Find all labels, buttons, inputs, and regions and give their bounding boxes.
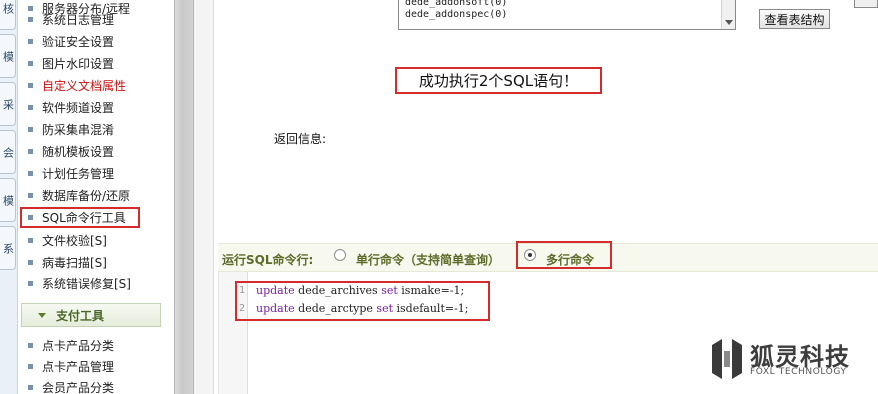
menu-item-scheduled-tasks[interactable]: 计划任务管理 bbox=[18, 163, 174, 184]
scroll-down-icon[interactable] bbox=[725, 20, 733, 25]
menu-item-label: 点卡产品分类 bbox=[42, 339, 115, 353]
tab-label: 模 bbox=[1, 50, 15, 62]
menu-item-security[interactable]: 验证安全设置 bbox=[18, 31, 174, 52]
single-command-radio[interactable] bbox=[334, 249, 346, 261]
menu-item-label: 计划任务管理 bbox=[42, 167, 115, 181]
menu-item-label: 点卡产品管理 bbox=[42, 360, 115, 374]
menu-item-card-manage[interactable]: 点卡产品管理 bbox=[18, 356, 174, 377]
sidebar-menu: 服务器分布/远程 系统日志管理 验证安全设置 图片水印设置 自定义文档属性 软件… bbox=[18, 0, 174, 394]
bullet-icon bbox=[28, 193, 33, 198]
menu-item-label: SQL命令行工具 bbox=[42, 211, 126, 225]
multi-command-label[interactable]: 多行命令 bbox=[546, 251, 594, 268]
bullet-icon bbox=[28, 17, 33, 22]
menu-item-label: 防采集串混淆 bbox=[42, 123, 115, 137]
menu-item-virus-scan[interactable]: 病毒扫描[S] bbox=[18, 252, 174, 273]
brand-logo-icon bbox=[712, 339, 742, 379]
view-structure-button[interactable]: 查看表结构 bbox=[759, 9, 830, 29]
menu-item-label: 系统日志管理 bbox=[42, 13, 115, 27]
menu-item-label: 数据库备份/还原 bbox=[42, 189, 131, 203]
menu-item-label: 图片水印设置 bbox=[42, 57, 115, 71]
menu-item-watermark[interactable]: 图片水印设置 bbox=[18, 53, 174, 74]
bullet-icon bbox=[28, 343, 33, 348]
menu-item-sql-tool[interactable]: SQL命令行工具 bbox=[20, 207, 140, 228]
code-highlight bbox=[235, 281, 490, 321]
frame-splitter[interactable] bbox=[174, 0, 194, 394]
tab-collect[interactable]: 采 bbox=[0, 82, 16, 126]
tab-system[interactable]: 系 bbox=[0, 226, 16, 270]
tab-member[interactable]: 会 bbox=[0, 130, 16, 174]
menu-item-label: 文件校验[S] bbox=[42, 234, 107, 248]
bullet-icon bbox=[28, 238, 33, 243]
single-command-label[interactable]: 单行命令（支持简单查询） bbox=[356, 251, 500, 268]
tab-label: 系 bbox=[1, 242, 15, 254]
table-option[interactable]: dede_addonspec(0) bbox=[399, 9, 735, 21]
group-title: 支付工具 bbox=[56, 308, 105, 323]
brand-watermark: 狐灵科技 FOXL TECHNOLOGY bbox=[710, 335, 878, 385]
run-sql-bar: 运行SQL命令行: 单行命令（支持简单查询） 多行命令 bbox=[218, 241, 878, 272]
bullet-icon bbox=[28, 364, 33, 369]
list-scrollbar[interactable] bbox=[721, 0, 735, 29]
menu-item-label: 随机模板设置 bbox=[42, 145, 115, 159]
menu-item-label: 软件频道设置 bbox=[42, 101, 115, 115]
tab-label: 模 bbox=[1, 194, 15, 206]
menu-item-file-check[interactable]: 文件校验[S] bbox=[18, 230, 174, 251]
frame-gutter bbox=[194, 0, 214, 394]
bullet-icon bbox=[28, 281, 33, 286]
tab-label: 采 bbox=[1, 98, 15, 110]
chevron-down-icon bbox=[38, 312, 46, 318]
menu-item-label: 会员产品分类 bbox=[42, 381, 115, 394]
menu-item-card-category[interactable]: 点卡产品分类 bbox=[18, 335, 174, 356]
menu-item-anti-collect[interactable]: 防采集串混淆 bbox=[18, 119, 174, 140]
bullet-icon bbox=[28, 385, 33, 390]
group-payment-tools[interactable]: 支付工具 bbox=[21, 303, 161, 327]
menu-item-member-product[interactable]: 会员产品分类 bbox=[18, 377, 174, 394]
menu-item-db-backup[interactable]: 数据库备份/还原 bbox=[18, 185, 174, 206]
bullet-icon bbox=[28, 215, 33, 220]
tab-label: 核 bbox=[1, 2, 15, 14]
bullet-icon bbox=[28, 127, 33, 132]
menu-item-label: 验证安全设置 bbox=[42, 35, 115, 49]
module-tab-strip: 核 模 采 会 模 系 bbox=[0, 0, 18, 394]
bullet-icon bbox=[28, 61, 33, 66]
menu-item-custom-attr[interactable]: 自定义文档属性 bbox=[18, 75, 174, 96]
run-sql-label: 运行SQL命令行: bbox=[222, 253, 314, 267]
toolbar-button-edge[interactable] bbox=[854, 0, 878, 8]
bullet-icon bbox=[28, 105, 33, 110]
menu-item-label: 自定义文档属性 bbox=[42, 79, 127, 93]
menu-item-label: 系统错误修复[S] bbox=[42, 277, 131, 291]
success-message: 成功执行2个SQL语句！ bbox=[395, 67, 602, 94]
tab-core[interactable]: 核 bbox=[0, 0, 16, 30]
bullet-icon bbox=[28, 39, 33, 44]
bullet-icon bbox=[28, 83, 33, 88]
menu-item-error-repair[interactable]: 系统错误修复[S] bbox=[18, 273, 174, 294]
tab-label: 会 bbox=[1, 146, 15, 158]
return-info-label: 返回信息: bbox=[274, 132, 327, 146]
multi-command-radio[interactable] bbox=[524, 249, 536, 261]
menu-item-random-template[interactable]: 随机模板设置 bbox=[18, 141, 174, 162]
table-list-select[interactable]: dede_addonsoft(0) dede_addonspec(0) bbox=[398, 0, 736, 30]
tab-module[interactable]: 模 bbox=[0, 178, 16, 222]
menu-item-soft-channel[interactable]: 软件频道设置 bbox=[18, 97, 174, 118]
menu-item-label: 病毒扫描[S] bbox=[42, 256, 107, 270]
bullet-icon bbox=[28, 171, 33, 176]
menu-item-syslog[interactable]: 系统日志管理 bbox=[18, 9, 174, 30]
bullet-icon bbox=[28, 260, 33, 265]
tab-template[interactable]: 模 bbox=[0, 34, 16, 78]
brand-tagline: FOXL TECHNOLOGY bbox=[750, 367, 847, 377]
bullet-icon bbox=[28, 149, 33, 154]
table-option[interactable]: dede_addonsoft(0) bbox=[399, 0, 735, 9]
